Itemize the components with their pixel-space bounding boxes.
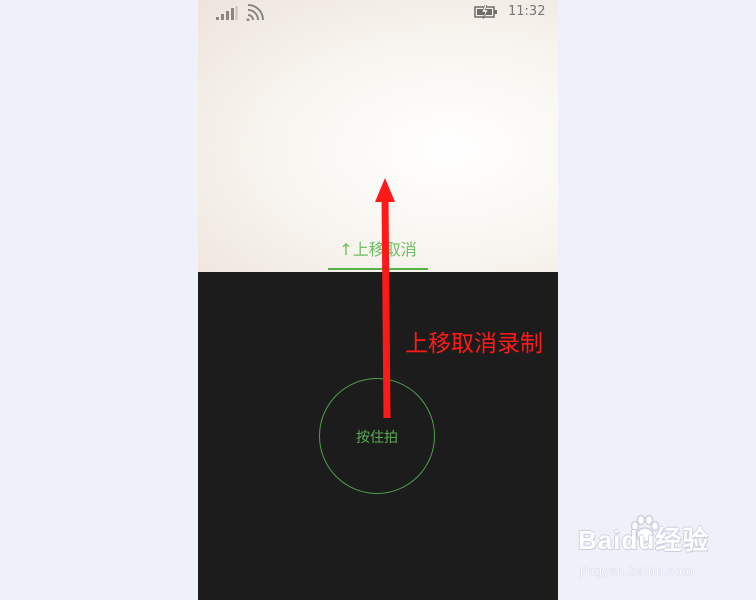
baidu-jingyan-watermark: Baidu经验 jingyan.baidu.com (578, 514, 718, 586)
watermark-brand: Baidu经验 (578, 525, 710, 555)
watermark-url: jingyan.baidu.com (580, 564, 694, 578)
screenshot-canvas: 11:32 ↑上移取消 按住拍 上移取消录制 Baidu经验 jingyan.b… (0, 0, 756, 600)
battery-charging-icon (474, 5, 497, 19)
annotation-label: 上移取消录制 (405, 331, 543, 357)
status-bar: 11:32 (198, 0, 558, 26)
arrow-up-icon (375, 178, 395, 419)
status-time: 11:32 (508, 4, 546, 19)
record-button-label: 按住拍 (356, 430, 398, 446)
signal-bars-icon (216, 6, 238, 20)
wifi-icon (246, 4, 264, 21)
